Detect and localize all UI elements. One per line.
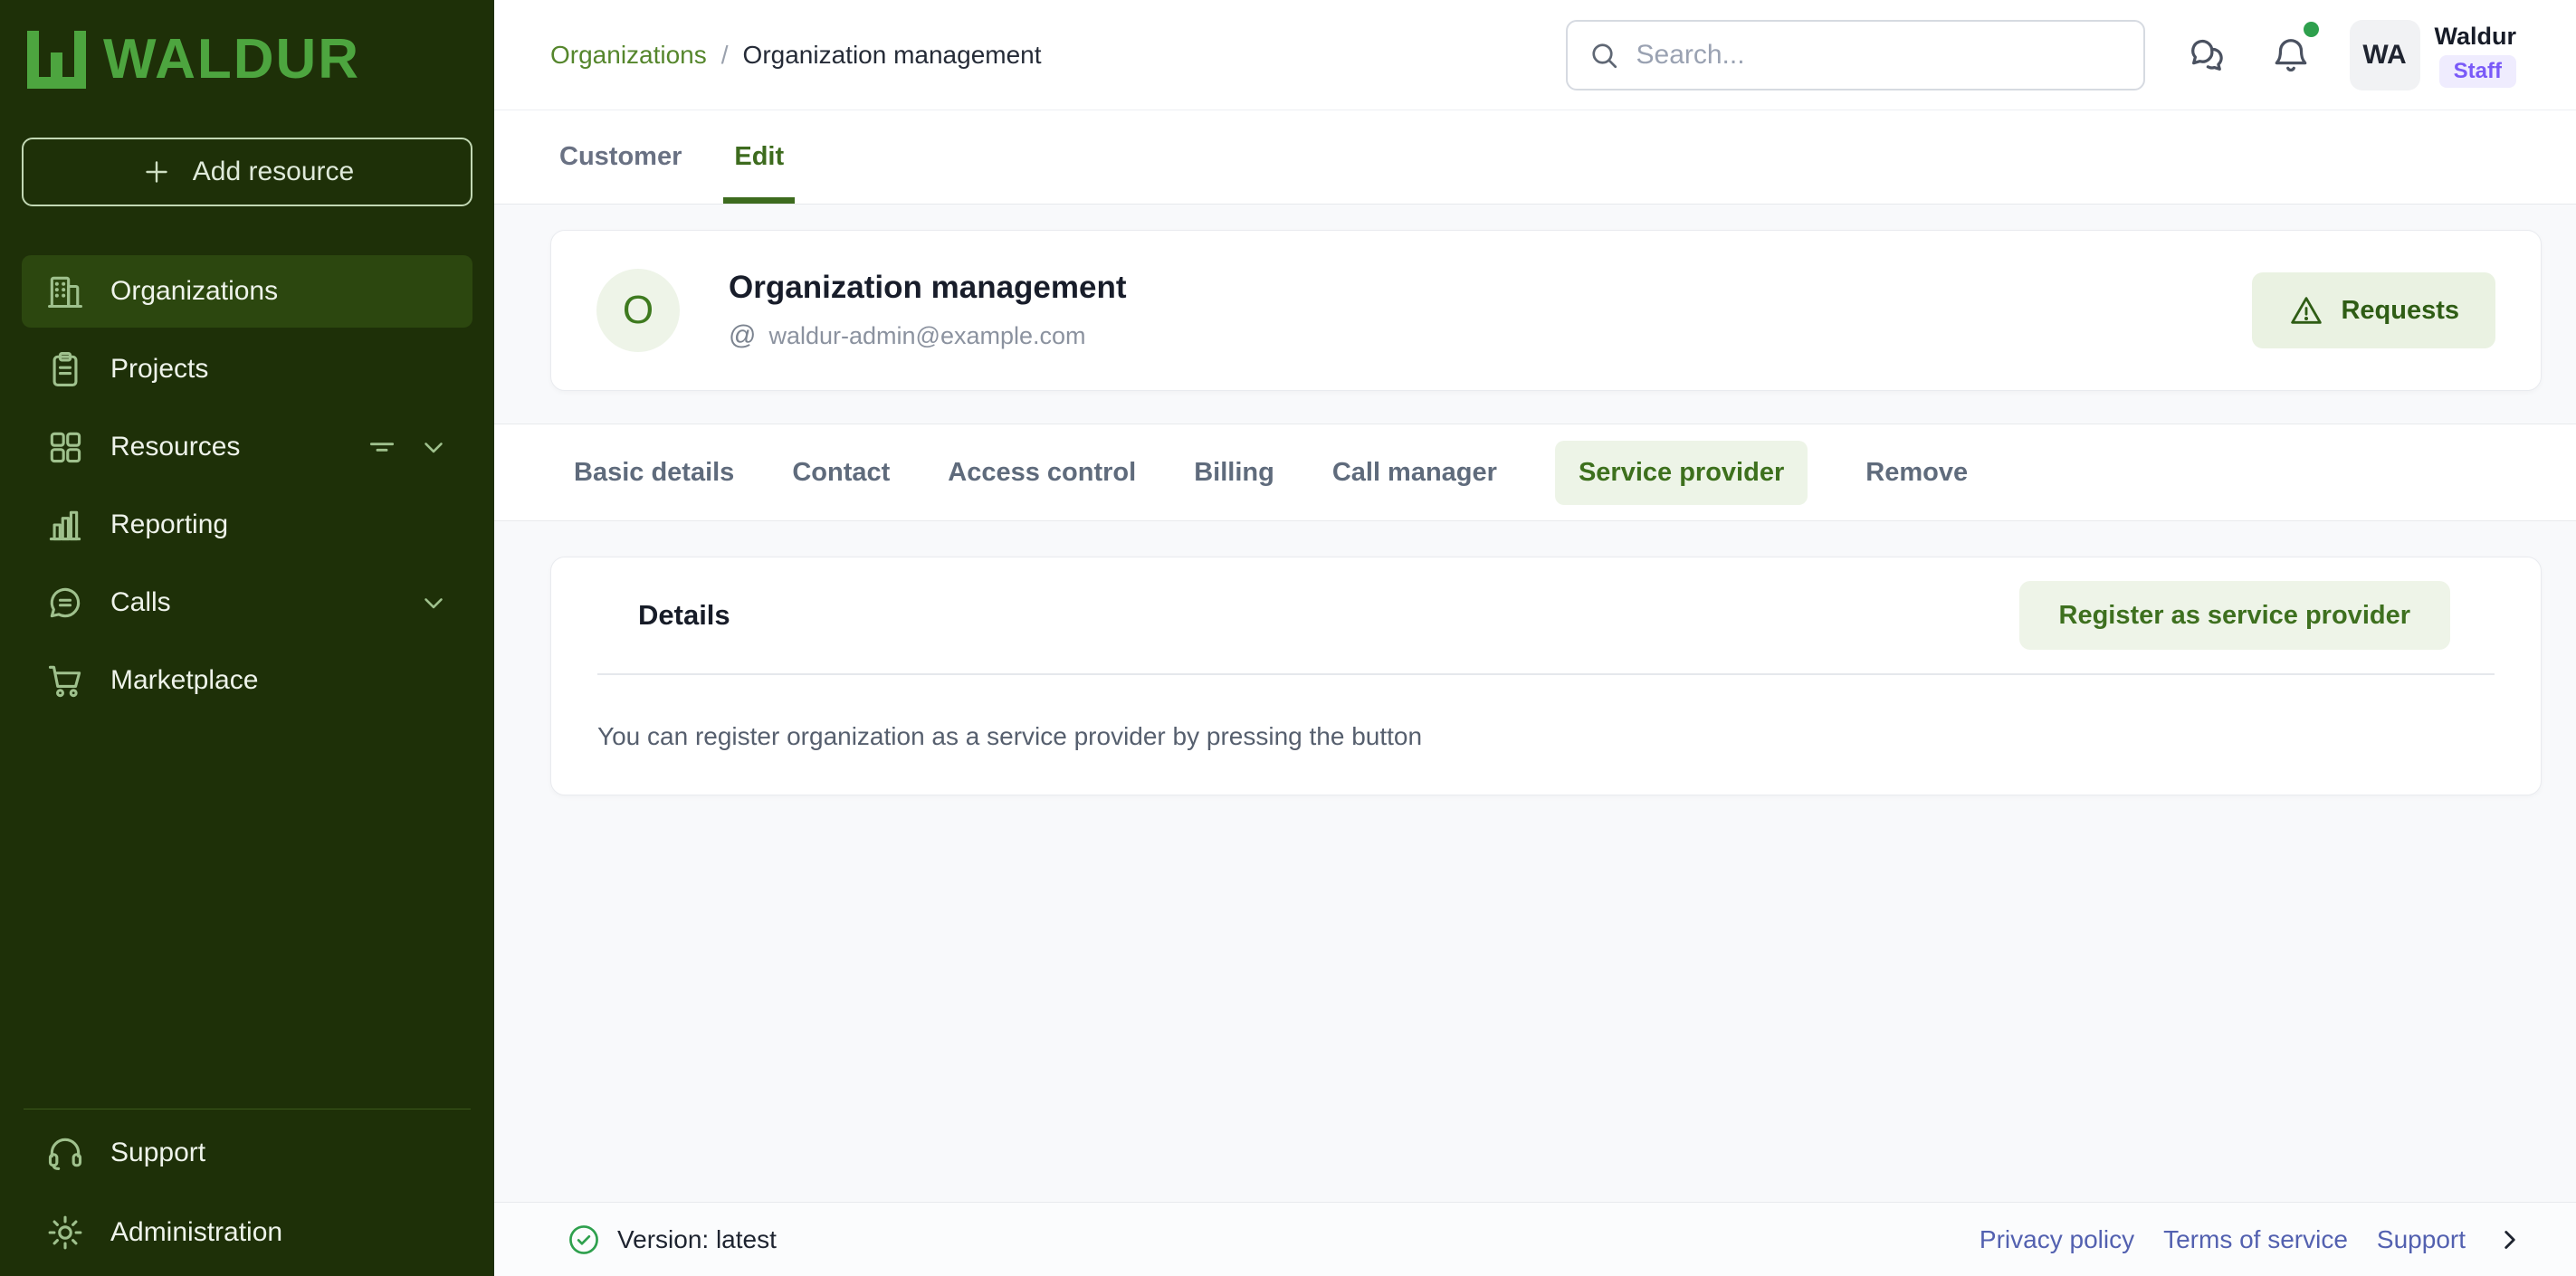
search-input[interactable] (1636, 40, 2123, 71)
search-box[interactable] (1566, 20, 2145, 90)
app-root: WALDUR Add resource Organizations (0, 0, 2576, 1276)
tab-remove[interactable]: Remove (1865, 458, 1968, 488)
sidebar-item-label: Organizations (110, 276, 278, 307)
tab-customer[interactable]: Customer (559, 110, 682, 204)
warning-triangle-icon (2288, 292, 2324, 329)
user-name: Waldur (2435, 23, 2517, 51)
page-tabs: Customer Edit (494, 110, 2576, 205)
breadcrumb: Organizations / Organization management (550, 41, 1042, 70)
tab-call-manager[interactable]: Call manager (1332, 458, 1497, 488)
tab-service-provider[interactable]: Service provider (1555, 441, 1808, 505)
search-icon (1588, 39, 1620, 71)
cart-icon (45, 661, 85, 700)
footer: Version: latest Privacy policy Terms of … (494, 1202, 2576, 1276)
tab-basic-details[interactable]: Basic details (574, 458, 734, 488)
clipboard-icon (45, 349, 85, 389)
sidebar-item-resources[interactable]: Resources (22, 411, 472, 483)
gear-icon (45, 1213, 85, 1252)
privacy-policy-link[interactable]: Privacy policy (1980, 1225, 2134, 1254)
chevron-right-icon[interactable] (2495, 1224, 2525, 1255)
sidebar-bottom: Support Administration (0, 1109, 494, 1276)
sidebar-item-label: Resources (110, 432, 240, 462)
building-icon (45, 271, 85, 311)
headset-icon (45, 1133, 85, 1173)
bell-icon (2270, 34, 2312, 76)
sidebar-item-label: Administration (110, 1217, 282, 1248)
sidebar-item-label: Calls (110, 587, 171, 618)
requests-button[interactable]: Requests (2252, 272, 2495, 348)
check-circle-icon (567, 1223, 601, 1257)
messages-icon (2187, 34, 2228, 76)
sidebar-item-marketplace[interactable]: Marketplace (22, 644, 472, 717)
chevron-down-icon[interactable] (418, 587, 449, 618)
tab-contact[interactable]: Contact (792, 458, 890, 488)
organization-email-row: @ waldur-admin@example.com (729, 320, 1127, 351)
add-resource-button[interactable]: Add resource (22, 138, 472, 206)
add-resource-label: Add resource (193, 157, 354, 187)
sidebar-item-administration[interactable]: Administration (22, 1196, 472, 1269)
sidebar-item-organizations[interactable]: Organizations (22, 255, 472, 328)
notifications-button[interactable] (2270, 34, 2312, 76)
grid-icon (45, 427, 85, 467)
terms-of-service-link[interactable]: Terms of service (2163, 1225, 2348, 1254)
messages-button[interactable] (2187, 34, 2228, 76)
version-indicator: Version: latest (567, 1223, 777, 1257)
sidebar-item-label: Support (110, 1138, 205, 1168)
sidebar-item-label: Marketplace (110, 665, 258, 696)
topbar: Organizations / Organization management (494, 0, 2576, 110)
breadcrumb-current: Organization management (743, 41, 1042, 70)
sidebar-nav: Organizations Projects Resources (0, 255, 494, 717)
chevron-down-icon[interactable] (418, 432, 449, 462)
at-sign-icon: @ (729, 320, 756, 351)
notification-dot (2304, 22, 2319, 37)
organization-title: Organization management (729, 270, 1127, 306)
main-area: Organizations / Organization management (494, 0, 2576, 1276)
logo-text: WALDUR (103, 32, 360, 88)
sidebar-item-label: Reporting (110, 509, 228, 540)
requests-label: Requests (2341, 296, 2459, 326)
organization-email: waldur-admin@example.com (768, 322, 1085, 350)
support-link[interactable]: Support (2377, 1225, 2466, 1254)
sidebar-item-reporting[interactable]: Reporting (22, 489, 472, 561)
tab-billing[interactable]: Billing (1194, 458, 1274, 488)
sidebar: WALDUR Add resource Organizations (0, 0, 494, 1276)
sidebar-item-calls[interactable]: Calls (22, 567, 472, 639)
avatar[interactable]: WA (2350, 20, 2420, 90)
tab-access-control[interactable]: Access control (948, 458, 1136, 488)
plus-icon (140, 156, 173, 188)
version-text: Version: latest (617, 1225, 777, 1254)
organization-avatar: O (596, 269, 680, 352)
details-body-text: You can register organization as a servi… (551, 675, 2541, 795)
waldur-logo-icon (27, 31, 91, 89)
content: O Organization management @ waldur-admin… (494, 205, 2576, 1202)
details-card: Details Register as service provider You… (550, 557, 2542, 795)
filter-icon[interactable] (364, 429, 400, 465)
sidebar-item-label: Projects (110, 354, 208, 385)
sidebar-item-support[interactable]: Support (22, 1117, 472, 1189)
section-tabs: Basic details Contact Access control Bil… (494, 424, 2576, 521)
register-service-provider-button[interactable]: Register as service provider (2019, 581, 2450, 650)
details-heading: Details (638, 599, 730, 632)
chat-bubble-icon (45, 583, 85, 623)
sidebar-item-projects[interactable]: Projects (22, 333, 472, 405)
user-meta: Waldur Staff (2435, 23, 2517, 88)
breadcrumb-separator: / (721, 41, 729, 70)
organization-card: O Organization management @ waldur-admin… (550, 230, 2542, 391)
tab-edit[interactable]: Edit (734, 110, 784, 204)
bar-chart-icon (45, 505, 85, 545)
breadcrumb-organizations-link[interactable]: Organizations (550, 41, 707, 70)
logo[interactable]: WALDUR (0, 0, 494, 89)
staff-badge: Staff (2439, 55, 2516, 88)
